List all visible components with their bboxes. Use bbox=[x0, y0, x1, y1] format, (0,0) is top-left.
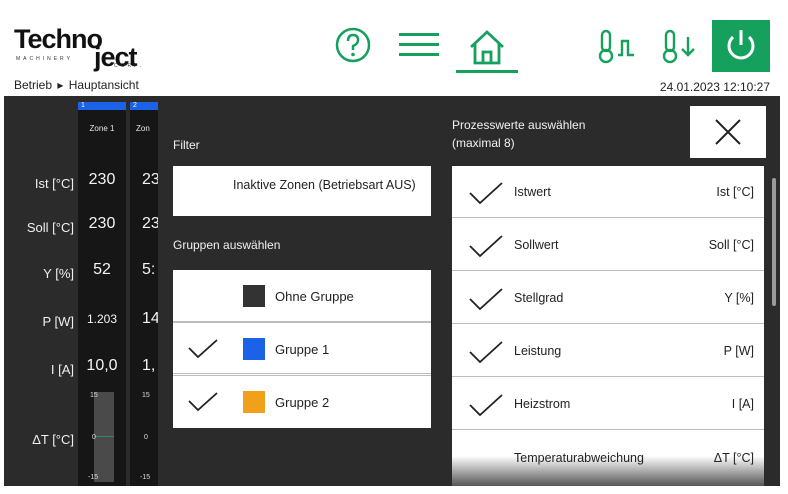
deviation-axis-max: 15 bbox=[90, 392, 98, 399]
deviation-axis-zero: 0 bbox=[144, 434, 148, 441]
deviation-zero-line bbox=[94, 436, 114, 437]
temperature-up-icon bbox=[598, 29, 634, 64]
datetime-display: 24.01.2023 12:10:27 bbox=[659, 80, 770, 94]
breadcrumb-item-betrieb[interactable]: Betrieb bbox=[14, 78, 52, 92]
filter-title: Filter bbox=[173, 138, 200, 152]
active-tab-indicator bbox=[456, 70, 518, 73]
close-icon bbox=[715, 119, 741, 145]
zone-y-value: 52 bbox=[93, 261, 111, 278]
deviation-axis-min: -15 bbox=[88, 474, 99, 481]
process-item-leistung[interactable]: Leistung P [W] bbox=[452, 325, 764, 377]
row-label-stellgrad: Y [%] bbox=[43, 266, 74, 281]
breadcrumb: Betrieb ▸ Hauptansicht bbox=[14, 78, 141, 92]
group-list: Ohne Gruppe Gruppe 1 Gruppe 2 bbox=[173, 270, 431, 428]
close-button[interactable] bbox=[690, 106, 766, 158]
process-values-title: Prozesswerte auswählen bbox=[452, 118, 586, 132]
technoject-logo: Techno ject MACHINERY CORP. bbox=[14, 22, 164, 72]
checkmark-icon bbox=[469, 288, 503, 311]
group-label: Gruppe 1 bbox=[275, 342, 330, 357]
process-label: Istwert bbox=[514, 185, 551, 199]
row-label-soll: Soll [°C] bbox=[26, 220, 74, 235]
inactive-zones-button[interactable]: Inaktive Zonen (Betriebsart AUS) bbox=[173, 166, 431, 216]
row-label-ist: Ist [°C] bbox=[34, 176, 74, 191]
breadcrumb-separator: ▸ bbox=[57, 78, 64, 92]
process-unit: P [W] bbox=[723, 344, 754, 358]
help-icon bbox=[335, 27, 371, 63]
group-label: Gruppe 2 bbox=[275, 395, 330, 410]
home-icon bbox=[470, 30, 504, 65]
zone-ist-value: 230 bbox=[88, 171, 116, 188]
deviation-axis-max: 15 bbox=[142, 392, 150, 399]
zone-i-value: 10,0 bbox=[86, 357, 118, 374]
process-item-stellgrad[interactable]: Stellgrad Y [%] bbox=[452, 272, 764, 324]
group-color-swatch bbox=[243, 338, 265, 360]
filter-dialog: Filter Inaktive Zonen (Betriebsart AUS) … bbox=[158, 96, 780, 486]
group-color-swatch bbox=[243, 285, 265, 307]
row-label-strom: I [A] bbox=[50, 362, 74, 377]
logo-subtext-2: CORP. bbox=[114, 63, 145, 69]
process-values-list[interactable]: Istwert Ist [°C] Sollwert Soll [°C] Stel… bbox=[452, 166, 764, 486]
deviation-bar bbox=[94, 392, 114, 482]
row-label-leistung: P [W] bbox=[42, 314, 74, 329]
checkmark-icon bbox=[469, 235, 503, 258]
process-item-istwert[interactable]: Istwert Ist [°C] bbox=[452, 166, 764, 218]
group-label: Ohne Gruppe bbox=[275, 289, 354, 304]
checkmark-icon bbox=[188, 392, 218, 412]
help-button[interactable] bbox=[334, 26, 372, 64]
logo-text-part1: Techno bbox=[14, 24, 103, 54]
zone-column-1[interactable]: 1 Zone 1 230 230 52 1.203 10,0 15 0 -15 bbox=[78, 102, 126, 486]
temperature-down-icon bbox=[662, 29, 695, 64]
process-item-sollwert[interactable]: Sollwert Soll [°C] bbox=[452, 219, 764, 271]
main-view: Ist [°C] Soll [°C] Y [%] P [W] I [A] ΔT … bbox=[4, 96, 780, 486]
group-item-gruppe-1[interactable]: Gruppe 1 bbox=[173, 322, 431, 374]
zone-group-tab: 1 bbox=[78, 102, 126, 110]
temperature-lower-button[interactable] bbox=[656, 26, 706, 66]
zone-soll-value: 230 bbox=[88, 215, 116, 232]
checkmark-icon bbox=[188, 339, 218, 359]
temperature-profile-button[interactable] bbox=[592, 26, 642, 66]
process-item-temperaturabweichung[interactable]: Temperaturabweichung ΔT [°C] bbox=[452, 431, 764, 483]
process-label: Temperaturabweichung bbox=[514, 451, 644, 465]
process-unit: ΔT [°C] bbox=[713, 451, 754, 465]
process-unit: Y [%] bbox=[724, 291, 754, 305]
process-unit: Ist [°C] bbox=[716, 185, 754, 199]
process-item-heizstrom[interactable]: Heizstrom I [A] bbox=[452, 378, 764, 430]
menu-icon bbox=[399, 33, 439, 56]
checkmark-icon bbox=[469, 394, 503, 417]
header-bar: Techno ject MACHINERY CORP. Betrieb ▸ Ha… bbox=[4, 4, 780, 94]
process-label: Stellgrad bbox=[514, 291, 564, 305]
zone-p-value: 1.203 bbox=[86, 312, 118, 326]
checkmark-icon bbox=[469, 182, 503, 205]
group-item-gruppe-2[interactable]: Gruppe 2 bbox=[173, 375, 431, 427]
process-list-scrollbar[interactable] bbox=[772, 178, 776, 306]
process-label: Leistung bbox=[514, 344, 562, 358]
process-label: Heizstrom bbox=[514, 397, 571, 411]
group-color-swatch bbox=[243, 391, 265, 413]
row-label-abweichung: ΔT [°C] bbox=[32, 432, 74, 447]
logo-subtext-1: MACHINERY bbox=[16, 56, 73, 62]
process-unit: I [A] bbox=[731, 397, 754, 411]
process-unit: Soll [°C] bbox=[708, 238, 754, 252]
deviation-axis-min: -15 bbox=[140, 474, 151, 481]
power-icon bbox=[727, 30, 755, 60]
process-values-subtitle: (maximal 8) bbox=[452, 136, 515, 150]
deviation-axis-zero: 0 bbox=[92, 434, 96, 441]
breadcrumb-item-hauptansicht: Hauptansicht bbox=[68, 78, 139, 92]
zone-name: Zone 1 bbox=[89, 124, 115, 133]
power-button[interactable] bbox=[712, 20, 770, 72]
home-button[interactable] bbox=[456, 22, 518, 72]
groups-title: Gruppen auswählen bbox=[173, 238, 281, 252]
group-item-ohne-gruppe[interactable]: Ohne Gruppe bbox=[173, 270, 431, 322]
menu-button[interactable] bbox=[396, 26, 442, 64]
checkmark-icon bbox=[469, 341, 503, 364]
process-label: Sollwert bbox=[514, 238, 559, 252]
